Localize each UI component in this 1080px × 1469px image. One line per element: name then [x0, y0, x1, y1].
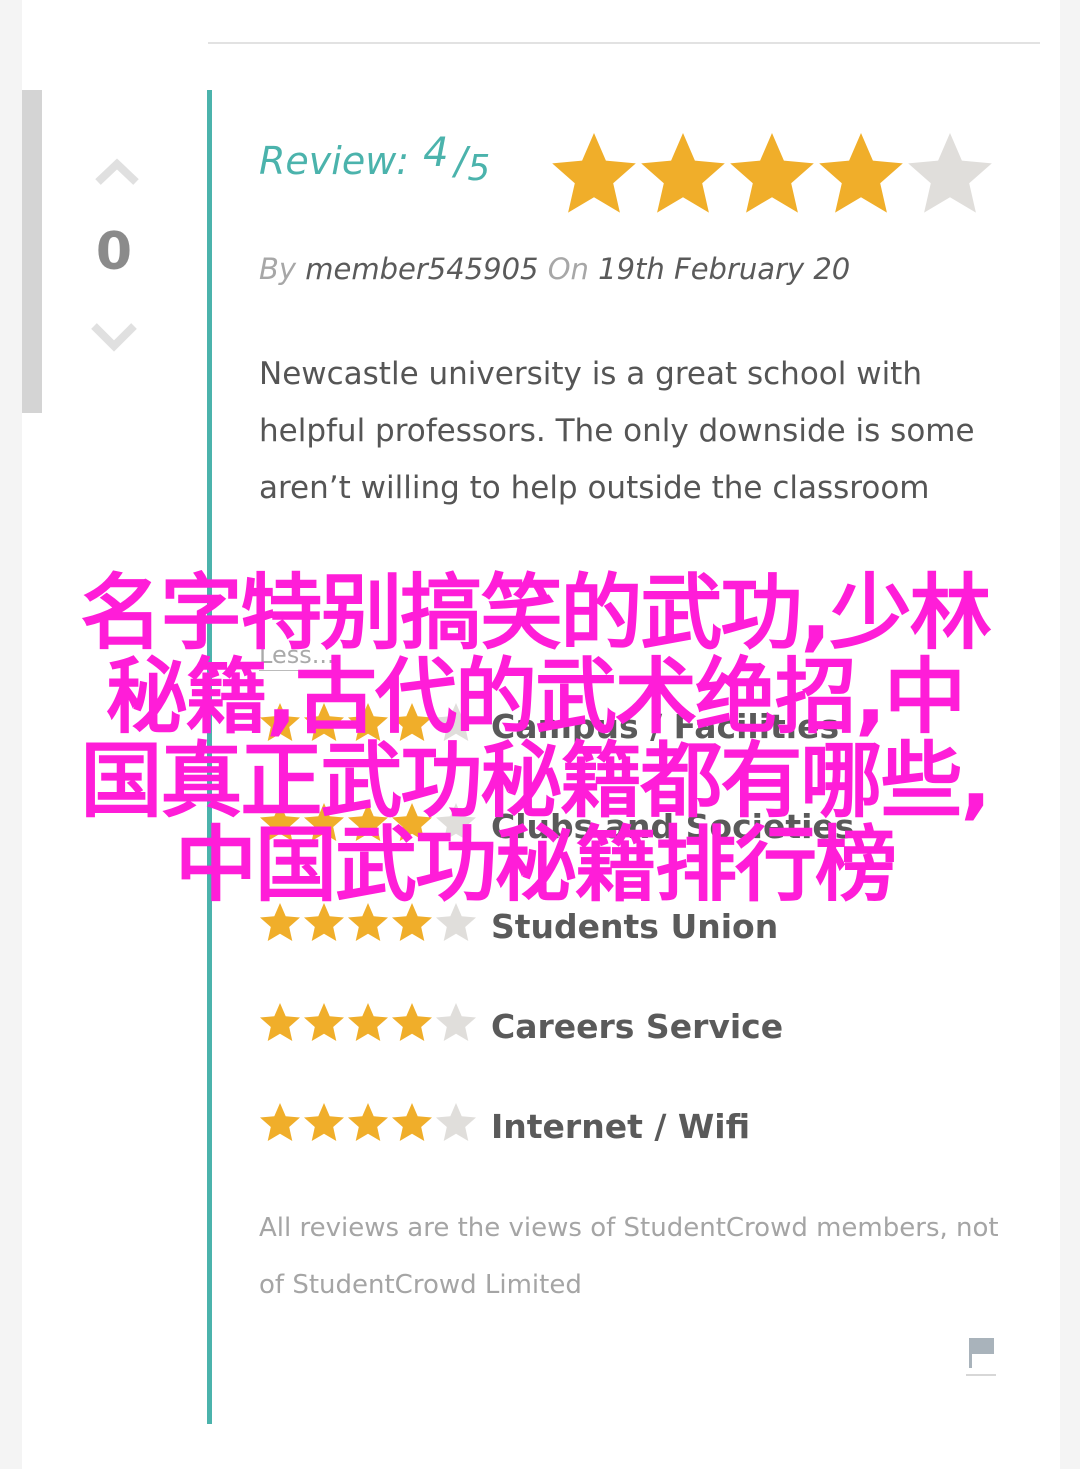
star-filled-icon — [348, 1103, 388, 1141]
star-filled-icon — [392, 1103, 432, 1141]
by-prefix: By — [259, 252, 297, 286]
overlay-line-4: 中国武功秘籍排行榜 — [174, 818, 897, 913]
rating-stars — [260, 1103, 476, 1141]
vote-count: 0 — [95, 222, 133, 282]
star-empty-icon — [908, 133, 992, 213]
star-filled-icon — [260, 1003, 300, 1041]
chevron-up-icon[interactable] — [94, 150, 140, 190]
rating-stars — [260, 1003, 476, 1041]
review-author[interactable]: member545905 — [305, 252, 538, 286]
review-score: 4 — [423, 130, 449, 176]
overlay-line-3: 国真正武功秘籍都有哪些, — [80, 734, 991, 829]
star-filled-icon — [641, 133, 725, 213]
star-filled-icon — [260, 1103, 300, 1141]
star-filled-icon — [730, 133, 814, 213]
disclaimer: All reviews are the views of StudentCrow… — [259, 1213, 999, 1300]
star-filled-icon — [304, 1103, 344, 1141]
review-max: 5 — [467, 148, 491, 189]
review-date: 19th February 20 — [598, 252, 851, 286]
on-prefix: On — [547, 252, 589, 286]
overall-star-rating — [552, 133, 992, 213]
overlay-line-1: 名字特别搞笑的武功,少林 — [80, 566, 991, 661]
review-score-header: Review: 4/5 — [259, 130, 490, 189]
review-body: Newcastle university is a great school w… — [259, 356, 975, 506]
rating-label: Careers Service — [491, 1007, 784, 1046]
star-filled-icon — [552, 133, 636, 213]
chevron-down-icon[interactable] — [90, 316, 138, 356]
review-byline: By member545905 On 19th February 20 — [259, 252, 850, 286]
review-slash: / — [454, 139, 468, 183]
star-filled-icon — [819, 133, 903, 213]
flag-icon[interactable] — [966, 1334, 996, 1378]
divider — [208, 42, 1040, 44]
star-empty-icon — [436, 1103, 476, 1141]
star-empty-icon — [436, 1003, 476, 1041]
review-label: Review: — [259, 139, 410, 183]
overlay-caption: 名字特别搞笑的武功,少林 秘籍,古代的武术绝招,中 国真正武功秘籍都有哪些, 中… — [30, 572, 1040, 908]
vote-bar — [22, 90, 42, 413]
star-filled-icon — [392, 1003, 432, 1041]
overlay-line-2: 秘籍,古代的武术绝招,中 — [105, 650, 966, 745]
star-filled-icon — [304, 1003, 344, 1041]
star-filled-icon — [348, 1003, 388, 1041]
rating-label: Internet / Wifi — [491, 1107, 751, 1146]
